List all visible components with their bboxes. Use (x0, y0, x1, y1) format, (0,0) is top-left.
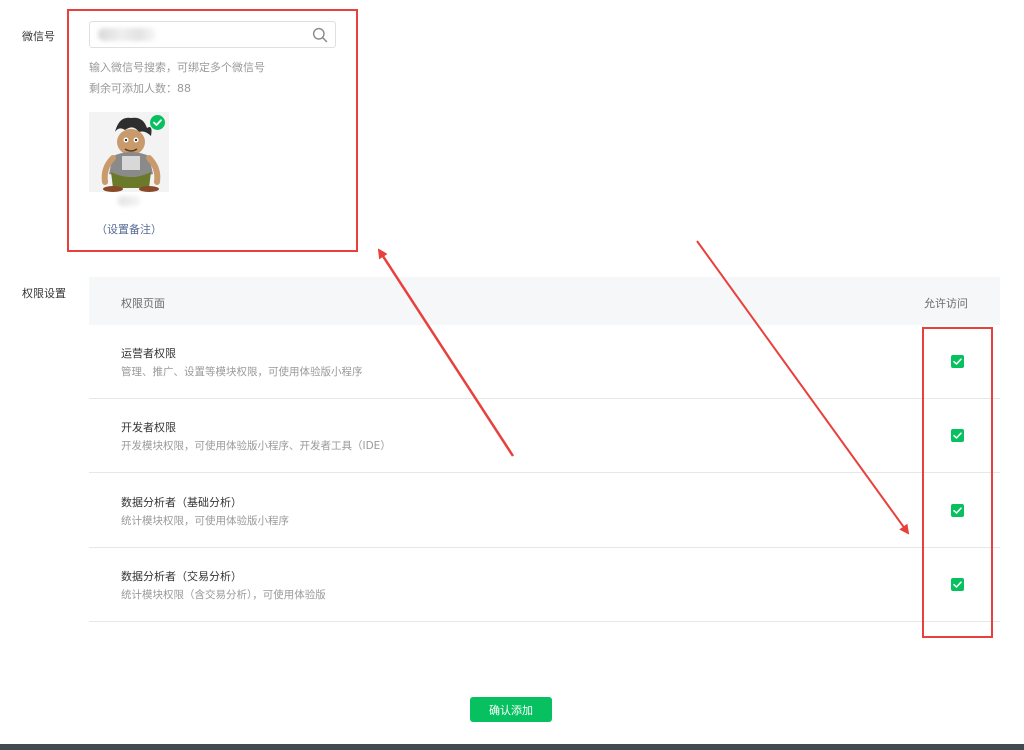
permission-row-analyst-basic: 数据分析者（基础分析） 统计模块权限，可使用体验版小程序 (89, 474, 1000, 548)
permission-title: 数据分析者（交易分析） (121, 570, 242, 583)
permissions-label: 权限设置 (22, 287, 66, 300)
permission-desc: 统计模块权限（含交易分析），可使用体验版 (121, 589, 326, 601)
permission-desc: 统计模块权限，可使用体验版小程序 (121, 515, 289, 527)
permission-title: 运营者权限 (121, 347, 176, 360)
bottom-edge-bar (0, 744, 1024, 750)
permission-desc: 管理、推广、设置等模块权限，可使用体验版小程序 (121, 366, 363, 378)
permissions-table-header: 权限页面 允许访问 (89, 277, 1000, 325)
annotation-box-wechat (67, 9, 358, 252)
col-header-allow: 允许访问 (924, 297, 968, 310)
wechat-id-label: 微信号 (22, 30, 55, 43)
permission-title: 开发者权限 (121, 421, 176, 434)
col-header-page: 权限页面 (121, 297, 165, 310)
permission-row-developer: 开发者权限 开发模块权限，可使用体验版小程序、开发者工具（IDE） (89, 399, 1000, 473)
permission-title: 数据分析者（基础分析） (121, 496, 242, 509)
permission-row-analyst-trade: 数据分析者（交易分析） 统计模块权限（含交易分析），可使用体验版 (89, 548, 1000, 622)
permission-row-operator: 运营者权限 管理、推广、设置等模块权限，可使用体验版小程序 (89, 325, 1000, 399)
annotation-box-checkboxes (922, 327, 993, 638)
permission-desc: 开发模块权限，可使用体验版小程序、开发者工具（IDE） (121, 440, 391, 452)
confirm-add-button[interactable]: 确认添加 (470, 697, 552, 722)
